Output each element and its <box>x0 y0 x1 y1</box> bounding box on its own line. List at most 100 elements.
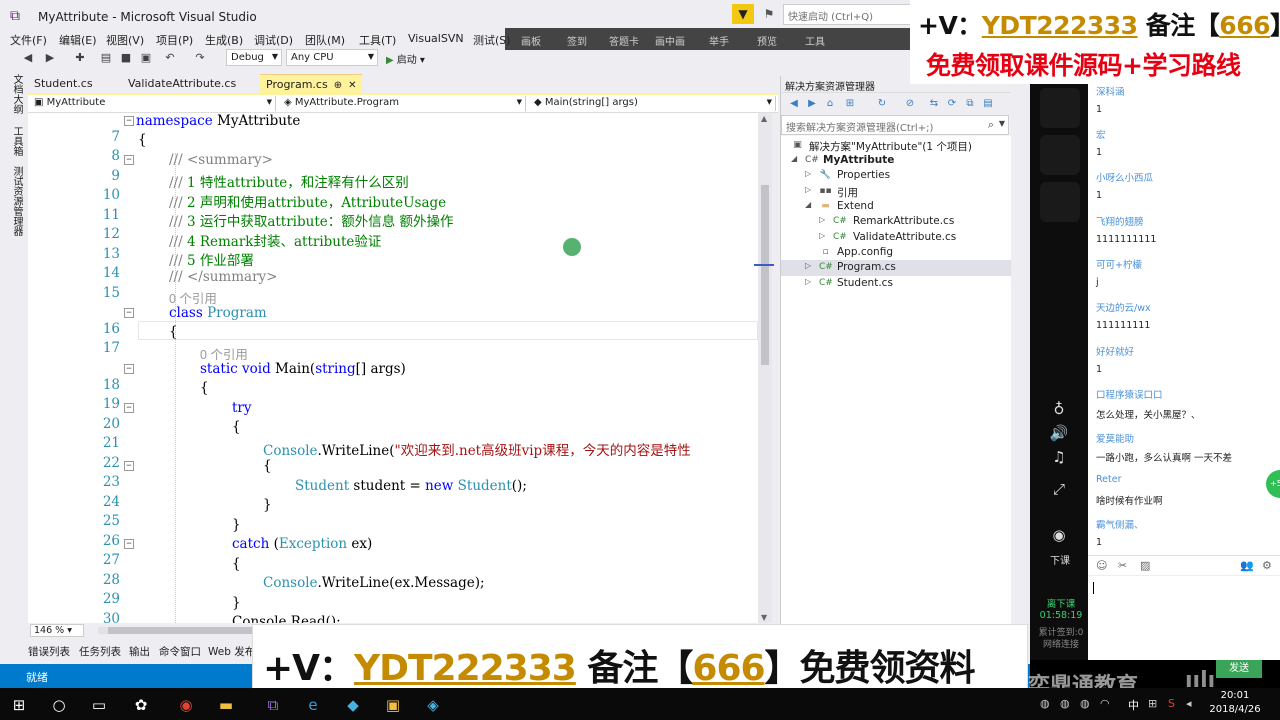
tab-program-cs[interactable]: Program.cs ⊕ ✕ <box>260 74 363 94</box>
redo-icon[interactable]: ↷ <box>192 50 208 66</box>
scissors-icon[interactable]: ✂ <box>1118 559 1127 572</box>
save-icon[interactable]: ■ <box>118 50 134 66</box>
app-icon[interactable]: ◆ <box>342 694 364 716</box>
collapse-icon[interactable]: − <box>124 539 134 549</box>
clock-time[interactable]: 20:01 <box>1205 690 1265 701</box>
expanded-arrow-icon[interactable]: ◢ <box>805 200 811 209</box>
notification-icon[interactable]: ⚑ <box>760 5 778 23</box>
menu-edit[interactable]: 编辑(E) <box>59 32 97 48</box>
collapsed-arrow-icon[interactable]: ▷ <box>805 277 811 286</box>
stream-pip[interactable]: 画中画 <box>655 33 685 48</box>
edge-icon[interactable]: e <box>302 694 324 716</box>
collapse-icon[interactable]: − <box>124 155 134 165</box>
code-editor[interactable]: 7 − namespace MyAttribute 8 { 9 − /// <s… <box>28 113 758 623</box>
fullscreen-icon[interactable]: ⤢ <box>1048 478 1070 500</box>
expanded-arrow-icon[interactable]: ◢ <box>791 154 797 163</box>
gear-icon[interactable]: ⚙ <box>1262 559 1272 572</box>
end-class-icon[interactable]: ◉ <box>1048 524 1070 546</box>
folder-icon[interactable]: ▬ <box>215 694 237 716</box>
save-all-icon[interactable]: ▣ <box>138 50 154 66</box>
open-file-icon[interactable]: ▤ <box>98 50 114 66</box>
chat-send-button[interactable]: 发送 <box>1216 660 1262 678</box>
toolbox-tab[interactable]: 工具箱 <box>9 126 24 156</box>
switch-views-icon[interactable]: ⊞ <box>843 97 857 111</box>
filter-funnel-icon[interactable]: ▼ <box>732 4 754 24</box>
wifi-icon[interactable]: ◠ <box>1100 697 1110 710</box>
collapse-icon[interactable]: − <box>124 461 134 471</box>
class-dropdown[interactable]: ◈ MyAttribute.Program ▼ <box>280 96 526 111</box>
media-thumbnail[interactable] <box>1040 182 1080 222</box>
tab-command-window[interactable]: 命令窗口 <box>159 644 201 659</box>
close-tab-icon[interactable]: ✕ <box>348 80 356 91</box>
menu-project[interactable]: 项目(P) <box>156 32 193 48</box>
stream-whiteboard[interactable]: 画板 <box>521 33 541 48</box>
tree-item-project[interactable]: ◢ C# MyAttribute <box>781 153 1011 169</box>
tab-web-publish[interactable]: Web 发布 <box>208 644 255 659</box>
collapsed-arrow-icon[interactable]: ▷ <box>805 169 811 178</box>
tree-item-validateattribute[interactable]: ▷ C# ValidateAttribute.cs <box>781 230 1011 246</box>
project-dropdown[interactable]: ▣ MyAttribute ▼ <box>30 96 276 111</box>
tree-item-references[interactable]: ▷ ▪▪ 引用 <box>781 184 1011 200</box>
image-icon[interactable]: ▨ <box>1140 559 1150 572</box>
member-dropdown[interactable]: ◆ Main(string[] args) ▼ <box>530 96 776 111</box>
collapsed-arrow-icon[interactable]: ▷ <box>805 185 811 194</box>
tree-item-remarkattribute[interactable]: ▷ C# RemarkAttribute.cs <box>781 214 1011 230</box>
collapse-all-icon[interactable]: ⧉ <box>963 97 977 111</box>
tab-validateattribute-cs[interactable]: ValidateAttribute.cs <box>122 74 242 94</box>
tree-item-properties[interactable]: ▷ 🔧 Properties <box>781 168 1011 184</box>
collapsed-arrow-icon[interactable]: ▷ <box>805 261 811 270</box>
emoji-icon[interactable]: ☺ <box>1096 559 1107 572</box>
tray-icon[interactable]: ◍ <box>1080 697 1090 710</box>
collapse-icon[interactable]: − <box>124 308 134 318</box>
app-icon[interactable]: ◈ <box>422 694 444 716</box>
home-icon[interactable]: ⌂ <box>823 97 837 111</box>
menu-build[interactable]: 生成(B) <box>205 32 243 48</box>
tray-icon[interactable]: ◍ <box>1060 697 1070 710</box>
chrome-icon[interactable]: ◉ <box>175 694 197 716</box>
tab-error-list[interactable]: 错误列表 <box>28 644 70 659</box>
scroll-up-icon[interactable]: ▲ <box>761 114 767 123</box>
configuration-select[interactable]: Debug ▼ <box>226 49 282 66</box>
app-icon[interactable]: ✿ <box>130 694 152 716</box>
quick-launch-input[interactable]: 快速启动 (Ctrl+Q) <box>783 4 913 25</box>
filter-icon[interactable]: ⊘ <box>903 97 917 111</box>
stream-answer-card[interactable]: 答题卡 <box>609 33 639 48</box>
forward-icon[interactable]: ▶ <box>805 97 819 111</box>
menu-tools[interactable]: 工具(T) <box>359 32 396 48</box>
search-icon[interactable]: ○ <box>48 694 70 716</box>
sync-icon[interactable]: ⇆ <box>927 97 941 111</box>
test-explorer-tab[interactable]: 测试资源管理器 <box>9 166 24 236</box>
input-language[interactable]: 中 <box>1128 697 1139 713</box>
menu-debug[interactable]: 调试(D) <box>254 32 293 48</box>
document-outline-tab[interactable]: 文档大纲 <box>9 74 24 114</box>
camera-thumbnail[interactable] <box>1040 88 1080 128</box>
zoom-select[interactable]: 146 % ▾ <box>30 624 84 637</box>
menu-file[interactable]: 文件(F) <box>10 32 47 48</box>
search-icon[interactable]: ⌕ <box>988 118 994 132</box>
back-icon[interactable]: ◀ <box>787 97 801 111</box>
tree-item-appconfig[interactable]: ▫ App.config <box>781 245 1011 261</box>
forward-icon[interactable]: ▶ <box>42 50 58 66</box>
scroll-down-icon[interactable]: ▼ <box>761 613 767 622</box>
pending-changes-icon[interactable]: ↻ <box>875 97 889 111</box>
menu-visualsvn[interactable]: VisualSVN <box>408 32 464 45</box>
start-debug-button[interactable]: ▶ 启动 ▾ <box>386 51 425 66</box>
stream-checkin[interactable]: 签到 <box>567 33 587 48</box>
new-project-icon[interactable]: ✚ <box>72 50 88 66</box>
tree-item-extend-folder[interactable]: ◢ ▬ Extend <box>781 199 1011 215</box>
stream-raise-hand[interactable]: 举手 <box>709 33 729 48</box>
show-all-files-icon[interactable]: ▤ <box>981 97 995 111</box>
collapsed-arrow-icon[interactable]: ▷ <box>819 231 825 240</box>
app-icon[interactable]: ▣ <box>382 694 404 716</box>
chat-input[interactable] <box>1088 575 1280 660</box>
volume-icon[interactable]: 🔊 <box>1048 422 1070 444</box>
tree-item-solution[interactable]: ▣ 解决方案"MyAttribute"(1 个项目) <box>781 138 1011 154</box>
end-class-label[interactable]: 下课 <box>1040 552 1080 567</box>
editor-vertical-scrollbar[interactable]: ▲ ▼ <box>758 113 772 623</box>
solution-search-input[interactable]: 搜索解决方案资源管理器(Ctrl+;) ⌕ ▼ <box>781 115 1009 135</box>
tab-student-cs[interactable]: Student.cs <box>28 74 99 94</box>
back-icon[interactable]: ◀ <box>20 50 36 66</box>
close-icon[interactable]: ⊕ <box>334 80 342 91</box>
microphone-icon[interactable]: ♁ <box>1048 398 1070 420</box>
visual-studio-icon[interactable]: ⧉ <box>262 694 284 716</box>
